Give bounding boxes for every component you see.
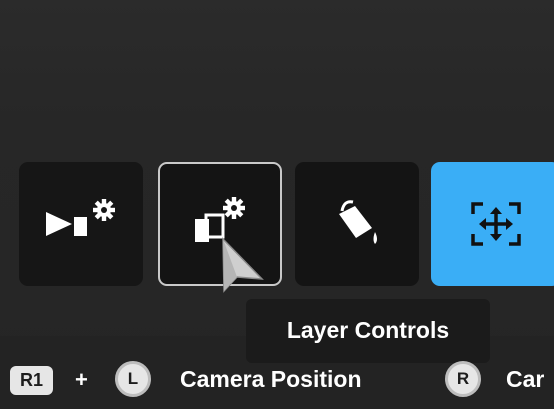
left-stick-icon: L [115,361,151,397]
paint-bucket-icon [339,200,377,244]
right-stick-letter: R [456,369,470,388]
move-tool[interactable] [431,162,554,286]
camera-settings-icon [46,199,115,236]
cursor-pointer-icon [222,237,264,293]
r1-button-badge: R1 [10,366,53,395]
left-stick-letter: L [127,369,139,388]
move-arrows-icon [471,202,521,246]
paint-bucket-tool[interactable] [295,162,419,286]
right-stick-icon: R [445,361,481,397]
tooltip: Layer Controls [246,299,490,363]
camera-position-label: Camera Position [180,366,362,392]
right-stick-action-label: Car [506,366,545,392]
screen: Layer Controls R1 + L Camera Position R … [0,0,554,419]
plus-sign: + [75,367,88,392]
button-hint-bar: R1 + L Camera Position R Car [0,355,554,409]
camera-settings-tool[interactable] [19,162,143,286]
tooltip-text: Layer Controls [286,317,450,343]
